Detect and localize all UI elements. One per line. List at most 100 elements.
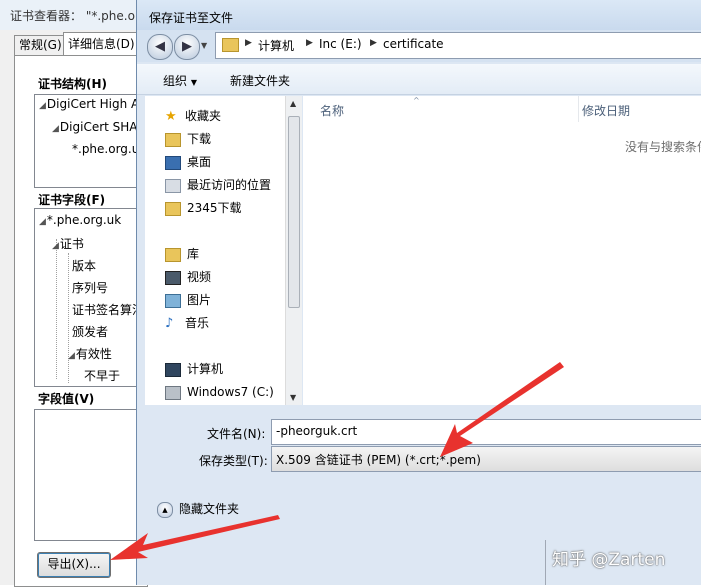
tree-item-label: 颁发者 bbox=[72, 325, 109, 339]
expand-icon: ◢ bbox=[52, 241, 59, 251]
tree-guide bbox=[56, 239, 57, 379]
breadcrumb-certificate[interactable]: certificate bbox=[383, 37, 444, 51]
nav-item-label: 图片 bbox=[187, 293, 212, 307]
filename-label: 文件名(N): bbox=[207, 427, 266, 441]
tree-item-label: 证书 bbox=[59, 237, 84, 251]
tree-item[interactable]: ◢DigiCert SHA bbox=[52, 120, 138, 134]
computer-icon bbox=[165, 362, 181, 377]
nav-item-label: 最近访问的位置 bbox=[187, 178, 272, 192]
nav-item-downloads[interactable]: 下载 bbox=[165, 129, 211, 149]
filetype-value: X.509 含链证书 (PEM) (*.crt;*.pem) bbox=[276, 453, 481, 467]
filetype-label: 保存类型(T): bbox=[199, 454, 268, 468]
fields-label: 证书字段(F) bbox=[38, 193, 106, 207]
fields-tree[interactable]: ◢*.phe.org.uk ◢证书 版本 序列号 证书签名算法 颁发者 ◢有效性… bbox=[34, 208, 146, 387]
expand-icon: ◢ bbox=[68, 351, 75, 361]
tree-item[interactable]: ◢有效性 bbox=[68, 345, 112, 362]
column-divider[interactable] bbox=[578, 96, 579, 122]
tree-item[interactable]: 版本 bbox=[72, 257, 96, 274]
tab-details[interactable]: 详细信息(D) bbox=[63, 32, 143, 56]
tree-item[interactable]: 证书签名算法 bbox=[72, 301, 144, 318]
chevron-right-icon[interactable]: ▶ bbox=[370, 38, 377, 48]
video-icon bbox=[165, 270, 181, 285]
tree-item-label: DigiCert High A bbox=[46, 97, 140, 111]
nav-libraries[interactable]: 库 bbox=[165, 244, 199, 264]
nav-item-recent[interactable]: 最近访问的位置 bbox=[165, 175, 271, 195]
nav-pane-scrollbar[interactable]: ▲ ▼ bbox=[285, 96, 302, 405]
filename-input[interactable]: -pheorguk.crt bbox=[271, 419, 701, 445]
tree-item[interactable]: 不早于 bbox=[84, 367, 120, 384]
nav-item-label: 下载 bbox=[187, 132, 212, 146]
star-icon: ★ bbox=[165, 108, 177, 124]
expand-icon: ◢ bbox=[52, 124, 59, 134]
nav-item-label: 视频 bbox=[187, 270, 212, 284]
sort-arrow-icon: ^ bbox=[413, 96, 420, 105]
save-fields-area: 文件名(N): -pheorguk.crt 保存类型(T): X.509 含链证… bbox=[137, 405, 701, 490]
folder-icon bbox=[165, 201, 181, 216]
export-button[interactable]: 导出(X)... bbox=[37, 552, 111, 578]
tree-item[interactable]: *.phe.org.u bbox=[72, 142, 139, 156]
collapse-icon: ▲ bbox=[157, 501, 173, 518]
organize-menu[interactable]: 组织 ▼ bbox=[163, 72, 197, 89]
nav-item-music[interactable]: ♪ 音乐 bbox=[165, 313, 209, 333]
tree-item-label: 不早于 bbox=[84, 369, 121, 383]
nav-item-label: 桌面 bbox=[187, 155, 212, 169]
scrollbar-thumb[interactable] bbox=[288, 116, 300, 308]
nav-item-label: 音乐 bbox=[185, 316, 210, 330]
breadcrumb-drive[interactable]: Inc (E:) bbox=[319, 37, 362, 51]
tree-item[interactable]: 序列号 bbox=[72, 279, 108, 296]
nav-computer[interactable]: 计算机 bbox=[165, 359, 223, 379]
field-value-box[interactable] bbox=[34, 409, 146, 541]
forward-button[interactable]: ▶ bbox=[174, 34, 200, 60]
recent-locations-dropdown-icon[interactable]: ▼ bbox=[201, 41, 207, 50]
expand-icon: ◢ bbox=[39, 217, 46, 227]
tree-item-label: *.phe.org.u bbox=[72, 142, 140, 156]
chevron-right-icon[interactable]: ▶ bbox=[306, 38, 313, 48]
desktop-icon bbox=[165, 155, 181, 170]
tree-guide bbox=[68, 253, 69, 383]
tree-item[interactable]: ◢*.phe.org.uk bbox=[39, 213, 121, 227]
tree-item-label: *.phe.org.uk bbox=[46, 213, 122, 227]
column-header-date[interactable]: 修改日期 bbox=[582, 102, 630, 119]
tree-item[interactable]: ◢DigiCert High A bbox=[39, 97, 139, 111]
dropdown-arrow-icon: ▼ bbox=[190, 78, 197, 87]
back-arrow-icon: ◀ bbox=[155, 39, 165, 54]
tree-item[interactable]: ◢证书 bbox=[52, 235, 84, 252]
back-button[interactable]: ◀ bbox=[147, 34, 173, 60]
new-folder-button[interactable]: 新建文件夹 bbox=[230, 72, 290, 89]
column-header-name[interactable]: 名称 bbox=[320, 102, 344, 119]
nav-item-label: 计算机 bbox=[187, 362, 224, 376]
filetype-select[interactable]: X.509 含链证书 (PEM) (*.crt;*.pem) bbox=[271, 446, 701, 472]
file-list-pane[interactable]: ^ 名称 修改日期 没有与搜索条件 bbox=[303, 96, 701, 405]
nav-item-desktop[interactable]: 桌面 bbox=[165, 152, 211, 172]
address-bar[interactable]: ▶ 计算机 ▶ Inc (E:) ▶ certificate bbox=[215, 32, 701, 59]
library-icon bbox=[165, 247, 181, 262]
tree-item-label: 版本 bbox=[72, 259, 97, 273]
drive-icon bbox=[165, 385, 181, 400]
tree-item-label: 序列号 bbox=[72, 281, 109, 295]
nav-item-videos[interactable]: 视频 bbox=[165, 267, 211, 287]
value-label: 字段值(V) bbox=[38, 392, 95, 406]
tree-item-label: 证书签名算法 bbox=[72, 303, 145, 317]
breadcrumb-computer[interactable]: 计算机 bbox=[258, 37, 294, 54]
nav-item-drive-c[interactable]: Windows7 (C:) bbox=[165, 382, 274, 402]
tab-general[interactable]: 常规(G) bbox=[14, 35, 70, 56]
nav-item-label: Windows7 (C:) bbox=[187, 385, 274, 399]
hide-folders-label: 隐藏文件夹 bbox=[179, 502, 240, 516]
expand-icon: ◢ bbox=[39, 101, 46, 111]
scroll-down-icon[interactable]: ▼ bbox=[290, 393, 296, 402]
scroll-up-icon[interactable]: ▲ bbox=[290, 99, 296, 108]
nav-item-pictures[interactable]: 图片 bbox=[165, 290, 211, 310]
dialog-toolbar: 组织 ▼ 新建文件夹 bbox=[137, 64, 701, 95]
pictures-icon bbox=[165, 293, 181, 308]
cert-path-tree[interactable]: ◢DigiCert High A ◢DigiCert SHA *.phe.org… bbox=[34, 94, 146, 188]
nav-item-2345-downloads[interactable]: 2345下载 bbox=[165, 198, 242, 218]
tree-item-label: 有效性 bbox=[75, 347, 112, 361]
download-folder-icon bbox=[165, 132, 181, 147]
cert-path-label: 证书结构(H) bbox=[38, 77, 108, 91]
hide-folders-toggle[interactable]: ▲ 隐藏文件夹 bbox=[157, 500, 239, 518]
certificate-viewer-title: 证书查看器： "*.phe.o bbox=[10, 9, 135, 23]
tree-item[interactable]: 颁发者 bbox=[72, 323, 108, 340]
organize-label: 组织 bbox=[163, 74, 188, 88]
chevron-right-icon[interactable]: ▶ bbox=[245, 38, 252, 48]
nav-favorites[interactable]: ★ 收藏夹 bbox=[165, 106, 221, 126]
